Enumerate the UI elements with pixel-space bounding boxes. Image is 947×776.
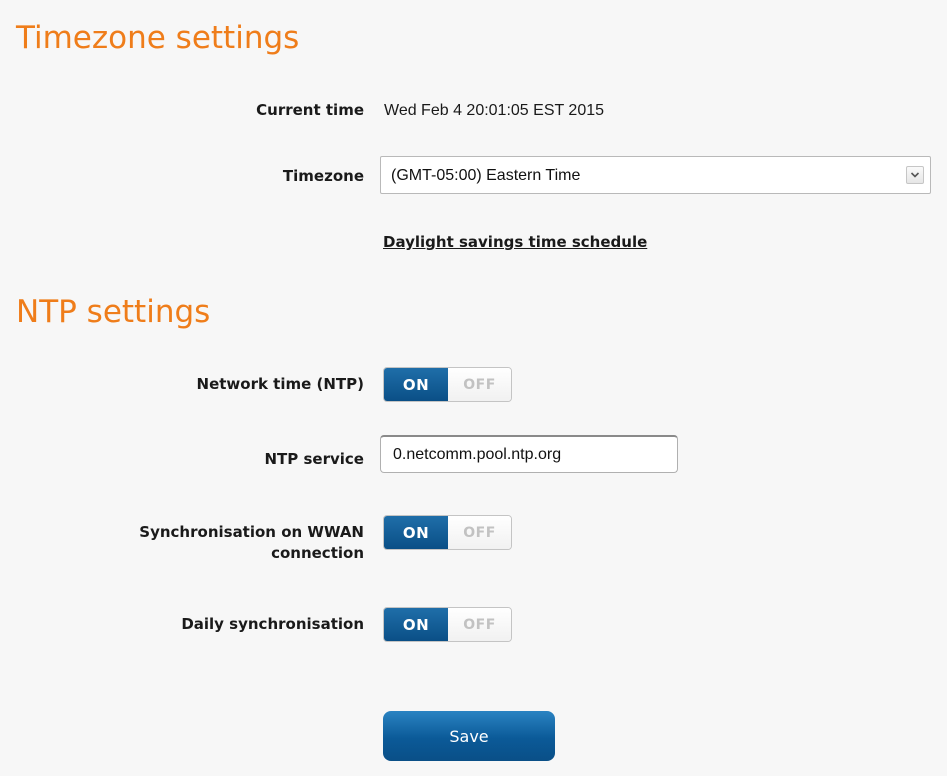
toggle-off-option[interactable]: OFF <box>448 368 511 401</box>
network-time-label: Network time (NTP) <box>196 375 364 393</box>
network-time-toggle[interactable]: ON OFF <box>383 367 512 402</box>
current-time-label: Current time <box>256 101 364 119</box>
toggle-on-option[interactable]: ON <box>384 368 448 401</box>
wwan-sync-label: Synchronisation on WWAN connection <box>139 522 364 564</box>
daily-sync-toggle[interactable]: ON OFF <box>383 607 512 642</box>
ntp-service-label: NTP service <box>264 450 365 468</box>
toggle-off-option[interactable]: OFF <box>448 516 511 549</box>
dst-schedule-link[interactable]: Daylight savings time schedule <box>383 232 647 253</box>
save-button[interactable]: Save <box>383 711 555 761</box>
wwan-sync-label-line1: Synchronisation on WWAN <box>139 523 364 541</box>
chevron-down-icon[interactable] <box>906 166 924 184</box>
toggle-off-option[interactable]: OFF <box>448 608 511 641</box>
toggle-on-option[interactable]: ON <box>384 608 448 641</box>
timezone-select[interactable]: (GMT-05:00) Eastern Time <box>380 156 931 194</box>
ntp-service-input[interactable] <box>380 435 678 473</box>
current-time-value: Wed Feb 4 20:01:05 EST 2015 <box>384 102 605 119</box>
timezone-selected-value: (GMT-05:00) Eastern Time <box>391 167 581 184</box>
daily-sync-label: Daily synchronisation <box>181 615 364 633</box>
timezone-label: Timezone <box>282 167 364 185</box>
toggle-on-option[interactable]: ON <box>384 516 448 549</box>
wwan-sync-toggle[interactable]: ON OFF <box>383 515 512 550</box>
ntp-settings-title: NTP settings <box>16 294 211 330</box>
timezone-settings-title: Timezone settings <box>16 20 300 56</box>
wwan-sync-label-line2: connection <box>271 544 364 562</box>
